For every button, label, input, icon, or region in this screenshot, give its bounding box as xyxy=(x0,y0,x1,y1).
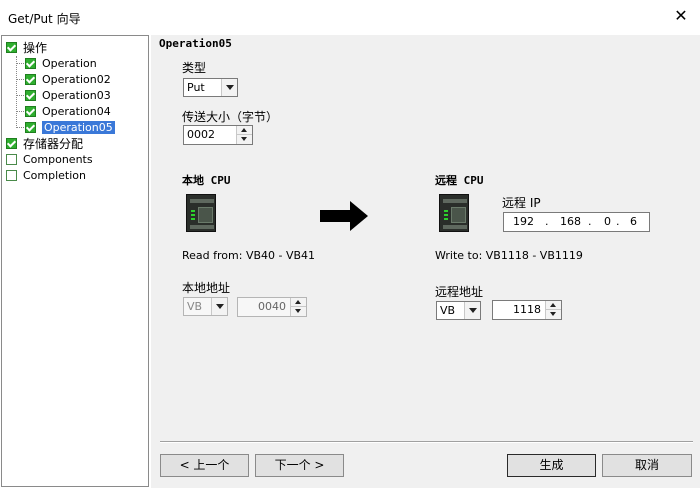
tree-item-operation04[interactable]: Operation04 xyxy=(25,103,111,119)
remote-ip-field[interactable]: 192 . 168 . 0 . 6 xyxy=(503,212,650,232)
checkbox-icon[interactable] xyxy=(25,57,36,69)
checkbox-icon[interactable] xyxy=(6,169,17,181)
local-area-value: VB xyxy=(187,300,203,313)
remote-area-value: VB xyxy=(440,304,456,317)
remote-ip-label: 远程 IP xyxy=(502,196,541,210)
ip-dot: . xyxy=(588,215,592,228)
spin-down-icon[interactable] xyxy=(237,135,252,144)
checkbox-icon[interactable] xyxy=(25,121,36,133)
checkbox-icon[interactable] xyxy=(6,41,17,53)
next-button[interactable]: 下一个 > xyxy=(255,454,344,477)
tree-item-operation[interactable]: Operation xyxy=(25,55,97,71)
wizard-nav-tree: 操作 Operation Operation02 Operation03 Ope… xyxy=(1,35,149,487)
remote-area-select[interactable]: VB xyxy=(436,301,481,320)
chevron-down-icon[interactable] xyxy=(211,298,227,315)
type-select[interactable]: Put xyxy=(183,78,238,97)
tree-item-label: Components xyxy=(23,152,93,166)
ip-octet-3[interactable]: 0 xyxy=(604,213,611,231)
remote-address-label: 远程地址 xyxy=(435,285,484,299)
tree-item-operations[interactable]: 操作 xyxy=(6,39,47,55)
checkbox-icon[interactable] xyxy=(25,73,36,85)
transfer-size-value: 0002 xyxy=(187,128,215,141)
tree-item-label: Operation04 xyxy=(42,104,111,118)
operation-panel: Operation05 类型 Put 传送大小（字节） 0002 本地 CPU … xyxy=(151,35,700,488)
tree-item-label: 存储器分配 xyxy=(23,136,84,151)
checkbox-icon[interactable] xyxy=(25,89,36,101)
spin-up-icon[interactable] xyxy=(291,298,306,307)
local-cpu-heading: 本地 CPU xyxy=(182,174,231,187)
tree-item-label: 操作 xyxy=(23,40,48,55)
tree-item-memory-allocation[interactable]: 存储器分配 xyxy=(6,135,83,151)
local-area-select[interactable]: VB xyxy=(183,297,228,316)
tree-item-operation05[interactable]: Operation05 xyxy=(25,119,115,135)
local-address-label: 本地地址 xyxy=(182,281,231,295)
remote-cpu-icon xyxy=(439,194,469,232)
ip-octet-4[interactable]: 6 xyxy=(630,213,637,231)
local-cpu-icon xyxy=(186,194,216,232)
local-offset-stepper[interactable]: 0040 xyxy=(237,297,307,317)
tree-item-label: Operation xyxy=(42,56,97,70)
previous-button[interactable]: < 上一个 xyxy=(160,454,249,477)
ip-octet-1[interactable]: 192 xyxy=(513,213,534,231)
checkbox-icon[interactable] xyxy=(6,137,17,149)
type-label: 类型 xyxy=(182,61,207,75)
ip-dot: . xyxy=(545,215,549,228)
checkbox-icon[interactable] xyxy=(25,105,36,117)
remote-offset-stepper[interactable]: 1118 xyxy=(492,300,562,320)
tree-connector xyxy=(16,56,17,128)
ip-dot: . xyxy=(616,215,620,228)
spin-down-icon[interactable] xyxy=(546,310,561,319)
tree-item-label: Operation03 xyxy=(42,88,111,102)
tree-item-completion[interactable]: Completion xyxy=(6,167,86,183)
window-title: Get/Put 向导 xyxy=(8,12,81,26)
chevron-down-icon[interactable] xyxy=(464,302,480,319)
local-read-from: Read from: VB40 - VB41 xyxy=(182,249,316,262)
right-arrow-icon xyxy=(320,201,368,231)
footer-divider xyxy=(160,441,693,443)
tree-item-operation03[interactable]: Operation03 xyxy=(25,87,111,103)
tree-item-label-selected: Operation05 xyxy=(42,120,115,134)
tree-item-operation02[interactable]: Operation02 xyxy=(25,71,111,87)
spin-up-icon[interactable] xyxy=(237,126,252,135)
title-bar: Get/Put 向导 ✕ xyxy=(0,0,700,34)
transfer-size-stepper[interactable]: 0002 xyxy=(183,125,253,145)
local-offset-value: 0040 xyxy=(258,300,286,313)
close-icon[interactable]: ✕ xyxy=(672,7,690,25)
tree-item-components[interactable]: Components xyxy=(6,151,93,167)
checkbox-icon[interactable] xyxy=(6,153,17,165)
cancel-button[interactable]: 取消 xyxy=(602,454,692,477)
remote-cpu-heading: 远程 CPU xyxy=(435,174,484,187)
tree-item-label: Operation02 xyxy=(42,72,111,86)
tree-item-label: Completion xyxy=(23,168,87,182)
remote-offset-value: 1118 xyxy=(513,303,541,316)
transfer-size-label: 传送大小（字节） xyxy=(182,110,279,124)
type-select-value: Put xyxy=(187,81,205,94)
chevron-down-icon[interactable] xyxy=(221,79,237,96)
finish-button[interactable]: 生成 xyxy=(507,454,596,477)
ip-octet-2[interactable]: 168 xyxy=(560,213,581,231)
spin-up-icon[interactable] xyxy=(546,301,561,310)
operation-title: Operation05 xyxy=(159,37,232,50)
remote-write-to: Write to: VB1118 - VB1119 xyxy=(435,249,583,262)
spin-down-icon[interactable] xyxy=(291,307,306,316)
